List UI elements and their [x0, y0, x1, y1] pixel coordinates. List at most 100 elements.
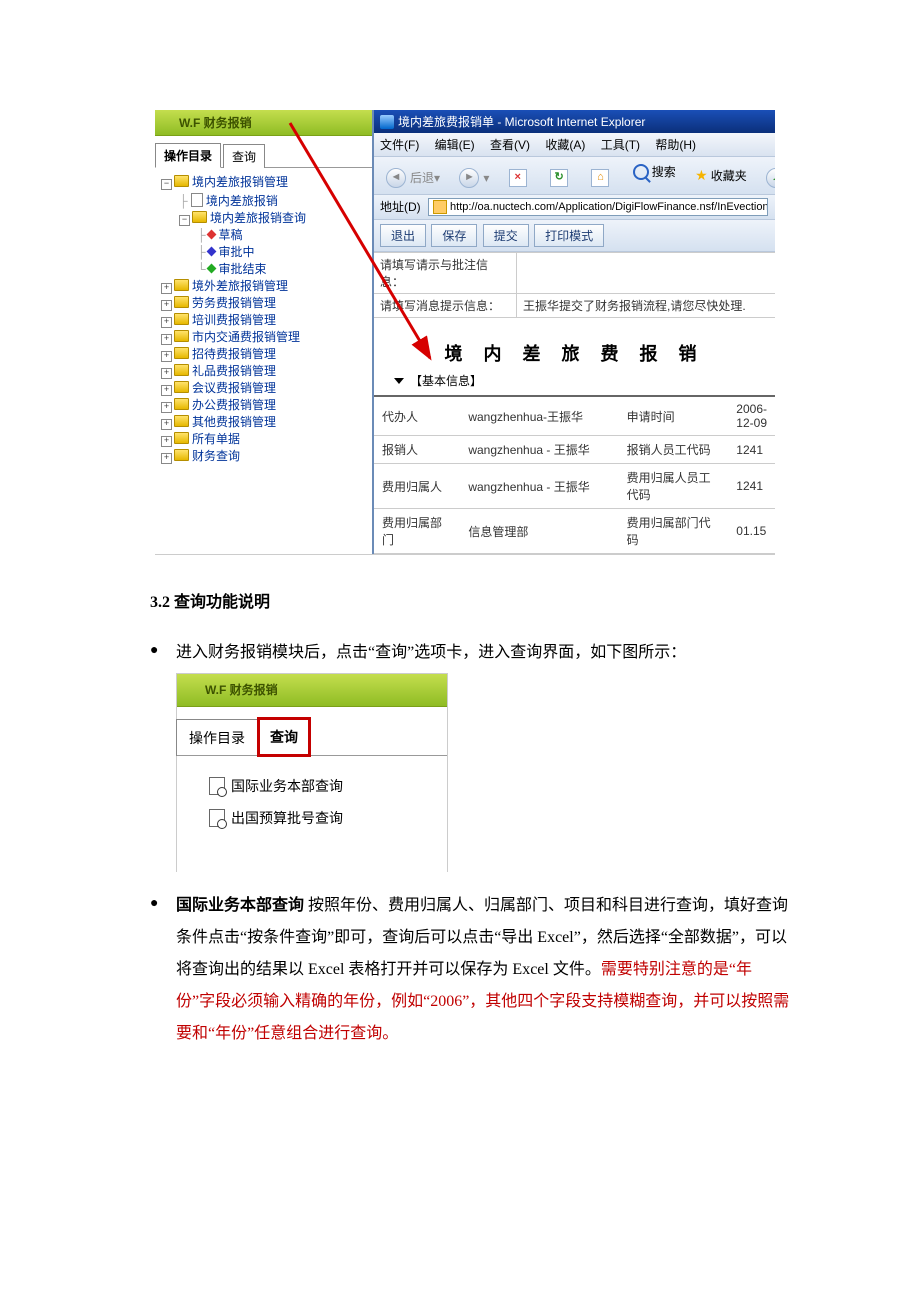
save-button[interactable]: 保存 [431, 224, 477, 247]
paragraph: 国际业务本部查询 按照年份、费用归属人、归属部门、项目和科目进行查询，填好查询条… [176, 890, 790, 1050]
search-button[interactable]: 搜索 [627, 161, 682, 182]
bullet-mark: ● [150, 890, 176, 1050]
expand-icon[interactable]: + [161, 351, 172, 362]
expand-icon[interactable]: + [161, 317, 172, 328]
menu-fav[interactable]: 收藏(A) [545, 138, 585, 152]
cell-value: wangzhenhua-王振华 [460, 397, 618, 436]
tab-query-highlighted[interactable]: 查询 [257, 717, 311, 757]
collapse-icon[interactable]: − [179, 215, 190, 226]
tree-item[interactable]: +招待费报销管理 [161, 346, 372, 363]
msg-label: 请填写消息提示信息： [374, 294, 517, 317]
folder-icon [174, 347, 189, 359]
tab-ops[interactable]: 操作目录 [176, 719, 258, 756]
menu-edit[interactable]: 编辑(E) [435, 138, 475, 152]
query-item[interactable]: 国际业务本部查询 [209, 772, 447, 800]
ie-icon [380, 115, 394, 129]
tree-item[interactable]: ├ 境内差旅报销 [161, 191, 372, 210]
screenshot-ie-form: W.F 财务报销 操作目录 查询 −境内差旅报销管理 ├ 境内差旅报销 −境内差… [155, 110, 775, 555]
tree-item[interactable]: −境内差旅报销查询 [161, 210, 372, 227]
media-button[interactable]: ♫ [760, 166, 775, 190]
expand-icon[interactable]: + [161, 283, 172, 294]
expand-icon[interactable]: + [161, 368, 172, 379]
refresh-button[interactable]: ↻ [544, 167, 578, 189]
search-icon [633, 164, 649, 180]
section-header: 【基本信息】 [374, 372, 775, 397]
tree-item[interactable]: −境内差旅报销管理 [161, 174, 372, 191]
cell-value: 1241 [728, 436, 775, 464]
cell-value: 信息管理部 [460, 509, 618, 554]
expand-icon[interactable]: + [161, 402, 172, 413]
cell-label: 报销人员工代码 [619, 436, 729, 464]
document-body: 3.2 查询功能说明 ● 进入财务报销模块后，点击“查询”选项卡，进入查询界面，… [0, 555, 920, 1050]
submit-button[interactable]: 提交 [483, 224, 529, 247]
back-button[interactable]: ◄后退 ▾ [380, 166, 446, 190]
expand-icon[interactable]: + [161, 300, 172, 311]
cell-value: wangzhenhua - 王振华 [460, 464, 618, 509]
tree-item[interactable]: └审批结束 [161, 261, 372, 278]
forward-button[interactable]: ►▾ [453, 166, 495, 190]
print-mode-button[interactable]: 打印模式 [534, 224, 604, 247]
home-button[interactable]: ⌂ [585, 167, 619, 189]
expand-icon[interactable]: + [161, 385, 172, 396]
diamond-icon [206, 247, 216, 257]
expand-icon[interactable]: + [161, 334, 172, 345]
msg-value[interactable]: 王振华提交了财务报销流程,请您尽快处理. [517, 294, 775, 317]
home-icon: ⌂ [591, 169, 609, 187]
tree-item[interactable]: +办公费报销管理 [161, 397, 372, 414]
expand-icon[interactable]: + [161, 419, 172, 430]
cell-label: 报销人 [374, 436, 460, 464]
tab-query[interactable]: 查询 [223, 144, 265, 168]
stop-icon: × [509, 169, 527, 187]
tree-item[interactable]: ├草稿 [161, 227, 372, 244]
bullet-item: ● 进入财务报销模块后，点击“查询”选项卡，进入查询界面，如下图所示： W.F … [150, 637, 790, 882]
media-icon: ♫ [766, 168, 775, 188]
paragraph: 进入财务报销模块后，点击“查询”选项卡，进入查询界面，如下图所示： [176, 644, 686, 661]
folder-icon [174, 415, 189, 427]
tree-item[interactable]: +财务查询 [161, 448, 372, 465]
query-item[interactable]: 出国预算批号查询 [209, 804, 447, 832]
favorites-button[interactable]: ★收藏夹 [689, 165, 753, 186]
left-panel: W.F 财务报销 操作目录 查询 −境内差旅报销管理 ├ 境内差旅报销 −境内差… [155, 110, 372, 554]
triangle-icon [394, 378, 404, 384]
ie-menubar: 文件(F) 编辑(E) 查看(V) 收藏(A) 工具(T) 帮助(H) [374, 133, 775, 157]
form-title: 境 内 差 旅 费 报 销 [374, 318, 775, 372]
form-action-bar: 退出 保存 提交 打印模式 [374, 220, 775, 252]
tree-item[interactable]: +礼品费报销管理 [161, 363, 372, 380]
diamond-icon [206, 230, 216, 240]
menu-help[interactable]: 帮助(H) [655, 138, 696, 152]
cell-value: 1241 [728, 464, 775, 509]
section-heading: 3.2 查询功能说明 [150, 587, 790, 619]
folder-icon [174, 330, 189, 342]
expand-icon[interactable]: + [161, 453, 172, 464]
folder-icon [192, 211, 207, 223]
bullet-mark: ● [150, 637, 176, 882]
tree-item[interactable]: +会议费报销管理 [161, 380, 372, 397]
folder-icon [174, 364, 189, 376]
stop-button[interactable]: × [503, 167, 537, 189]
menu-tools[interactable]: 工具(T) [601, 138, 640, 152]
tree-item[interactable]: +境外差旅报销管理 [161, 278, 372, 295]
tree-item[interactable]: +培训费报销管理 [161, 312, 372, 329]
collapse-icon[interactable]: − [161, 179, 172, 190]
exit-button[interactable]: 退出 [380, 224, 426, 247]
tab-ops[interactable]: 操作目录 [155, 143, 221, 168]
address-label: 地址(D) [380, 200, 421, 214]
menu-view[interactable]: 查看(V) [490, 138, 530, 152]
left-tabs: 操作目录 查询 [155, 136, 372, 168]
back-icon: ◄ [386, 168, 406, 188]
menu-file[interactable]: 文件(F) [380, 138, 419, 152]
tree-item[interactable]: ├审批中 [161, 244, 372, 261]
cell-label: 费用归属部门代码 [619, 509, 729, 554]
page-icon [433, 200, 447, 214]
msg-value[interactable] [517, 253, 775, 293]
tree-item[interactable]: +市内交通费报销管理 [161, 329, 372, 346]
expand-icon[interactable]: + [161, 436, 172, 447]
tree-item[interactable]: +所有单据 [161, 431, 372, 448]
tree-item[interactable]: +劳务费报销管理 [161, 295, 372, 312]
forward-icon: ► [459, 168, 479, 188]
tree-item[interactable]: +其他费报销管理 [161, 414, 372, 431]
screenshot-query-tab: W.F 财务报销 操作目录 查询 国际业务本部查询 出国预算批号查询 [176, 673, 448, 872]
url-input[interactable]: http://oa.nuctech.com/Application/DigiFl… [428, 198, 768, 216]
ie-toolbar: ◄后退 ▾ ►▾ × ↻ ⌂ 搜索 ★收藏夹 ♫ ✉▾ 🖶 [374, 157, 775, 195]
basic-info-table: 代办人 wangzhenhua-王振华 申请时间 2006-12-09 报销人 … [374, 397, 775, 554]
